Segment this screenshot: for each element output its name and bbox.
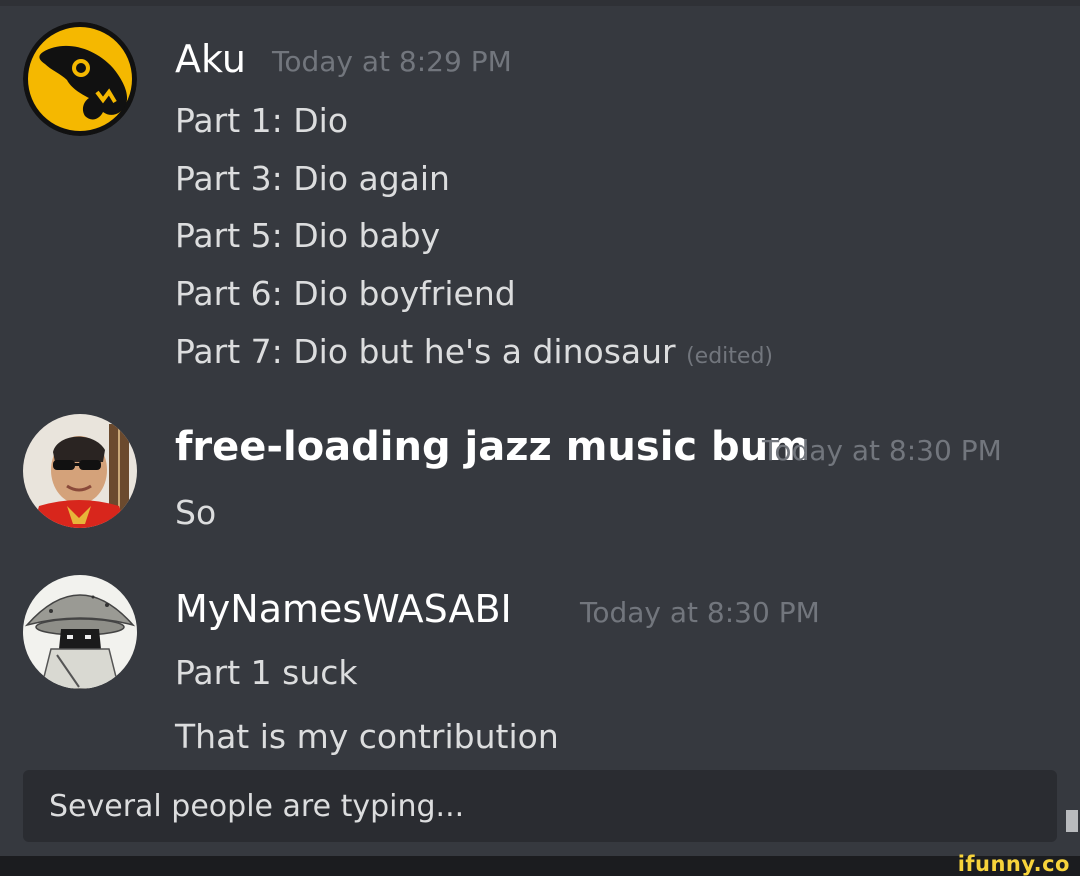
chat-window: Aku Today at 8:29 PM Part 1: Dio Part 3:… [0,0,1080,876]
typing-indicator-text: Several people are typing... [49,789,465,824]
bottom-strip [0,856,1080,876]
watermark-logo: ifunny.co [957,852,1070,876]
username[interactable]: free-loading jazz music bum [175,424,810,470]
message-line: Part 5: Dio baby [175,216,441,255]
timestamp: Today at 8:30 PM [762,434,1002,467]
edited-label: (edited) [686,344,773,369]
timestamp: Today at 8:29 PM [272,45,512,78]
avatar-sunglasses-man-photo[interactable] [23,414,137,528]
avatar-aku-logo-icon[interactable] [23,22,137,136]
message-line: That is my contribution [175,717,559,756]
top-divider [0,0,1080,6]
message-line: Part 3: Dio again [175,159,450,198]
message-line: Part 1 suck [175,653,358,692]
timestamp: Today at 8:30 PM [580,596,820,629]
message-line: So [175,493,217,532]
avatar-wide-hat-creature-drawing[interactable] [23,575,137,689]
message-text: Part 7: Dio but he's a dinosaur [175,332,676,371]
message-line: Part 6: Dio boyfriend [175,274,516,313]
message-line-last: Part 7: Dio but he's a dinosaur (edited) [175,332,773,371]
username[interactable]: MyNamesWASABI [175,587,512,631]
message-line: Part 1: Dio [175,101,349,140]
username[interactable]: Aku [175,37,246,81]
typing-indicator-bar: Several people are typing... [23,770,1057,842]
scrollbar-thumb[interactable] [1066,810,1078,832]
